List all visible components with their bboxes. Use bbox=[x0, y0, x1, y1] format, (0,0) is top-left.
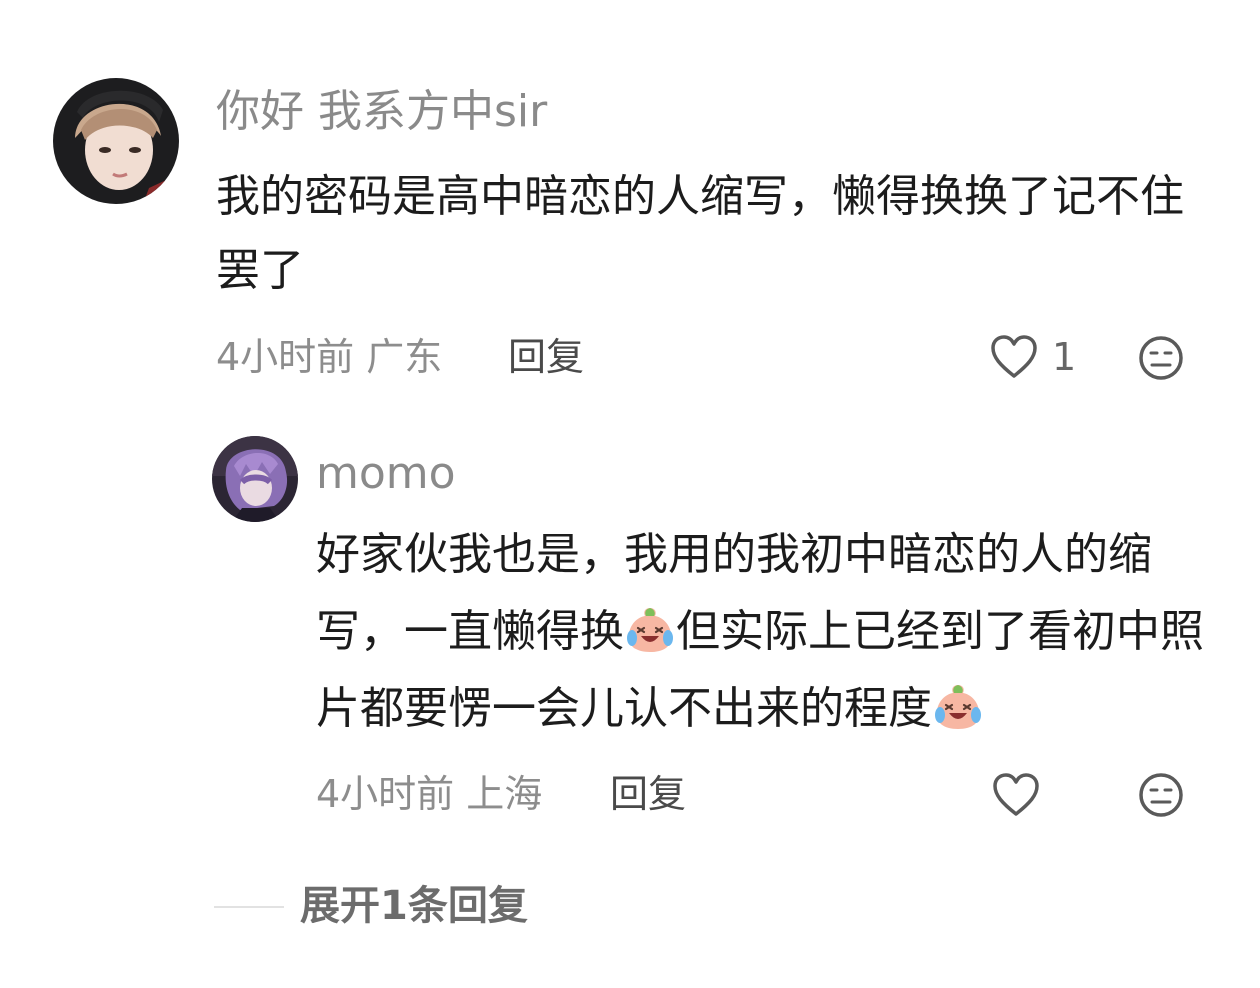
heart-outline-icon[interactable] bbox=[992, 772, 1040, 818]
avatar[interactable] bbox=[53, 78, 179, 204]
comment-text: 我的密码是高中暗恋的人缩写，懒得换换了记不住罢了 bbox=[216, 171, 1184, 296]
reply-username[interactable]: momo bbox=[316, 446, 456, 502]
crying-laughing-emoji-icon bbox=[932, 681, 984, 733]
reply-button[interactable]: 回复 bbox=[508, 332, 584, 382]
reply-avatar[interactable] bbox=[212, 436, 298, 522]
comment-location: 广东 bbox=[366, 335, 443, 379]
reply-meta: 4小时前 上海 bbox=[316, 769, 542, 819]
expand-replies-button[interactable]: 展开1条回复 bbox=[300, 880, 528, 932]
comment-time: 4小时前 bbox=[216, 335, 355, 379]
reply-reply-button[interactable]: 回复 bbox=[610, 769, 686, 819]
crying-laughing-emoji-icon bbox=[624, 604, 676, 656]
heart-outline-icon[interactable] bbox=[990, 334, 1038, 380]
like-count: 1 bbox=[1052, 335, 1077, 379]
expand-divider bbox=[214, 906, 284, 908]
username[interactable]: 你好 我系方中sir bbox=[216, 84, 547, 140]
neutral-face-icon[interactable] bbox=[1138, 772, 1184, 818]
reply-time: 4小时前 bbox=[316, 772, 455, 816]
reply-location: 上海 bbox=[466, 772, 543, 816]
reply-text: 好家伙我也是，我用的我初中暗恋的人的缩写，一直懒得换 但实际上已经到了看初中照片… bbox=[316, 516, 1216, 747]
neutral-face-icon[interactable] bbox=[1138, 335, 1184, 381]
comment-meta: 4小时前 广东 bbox=[216, 332, 442, 382]
